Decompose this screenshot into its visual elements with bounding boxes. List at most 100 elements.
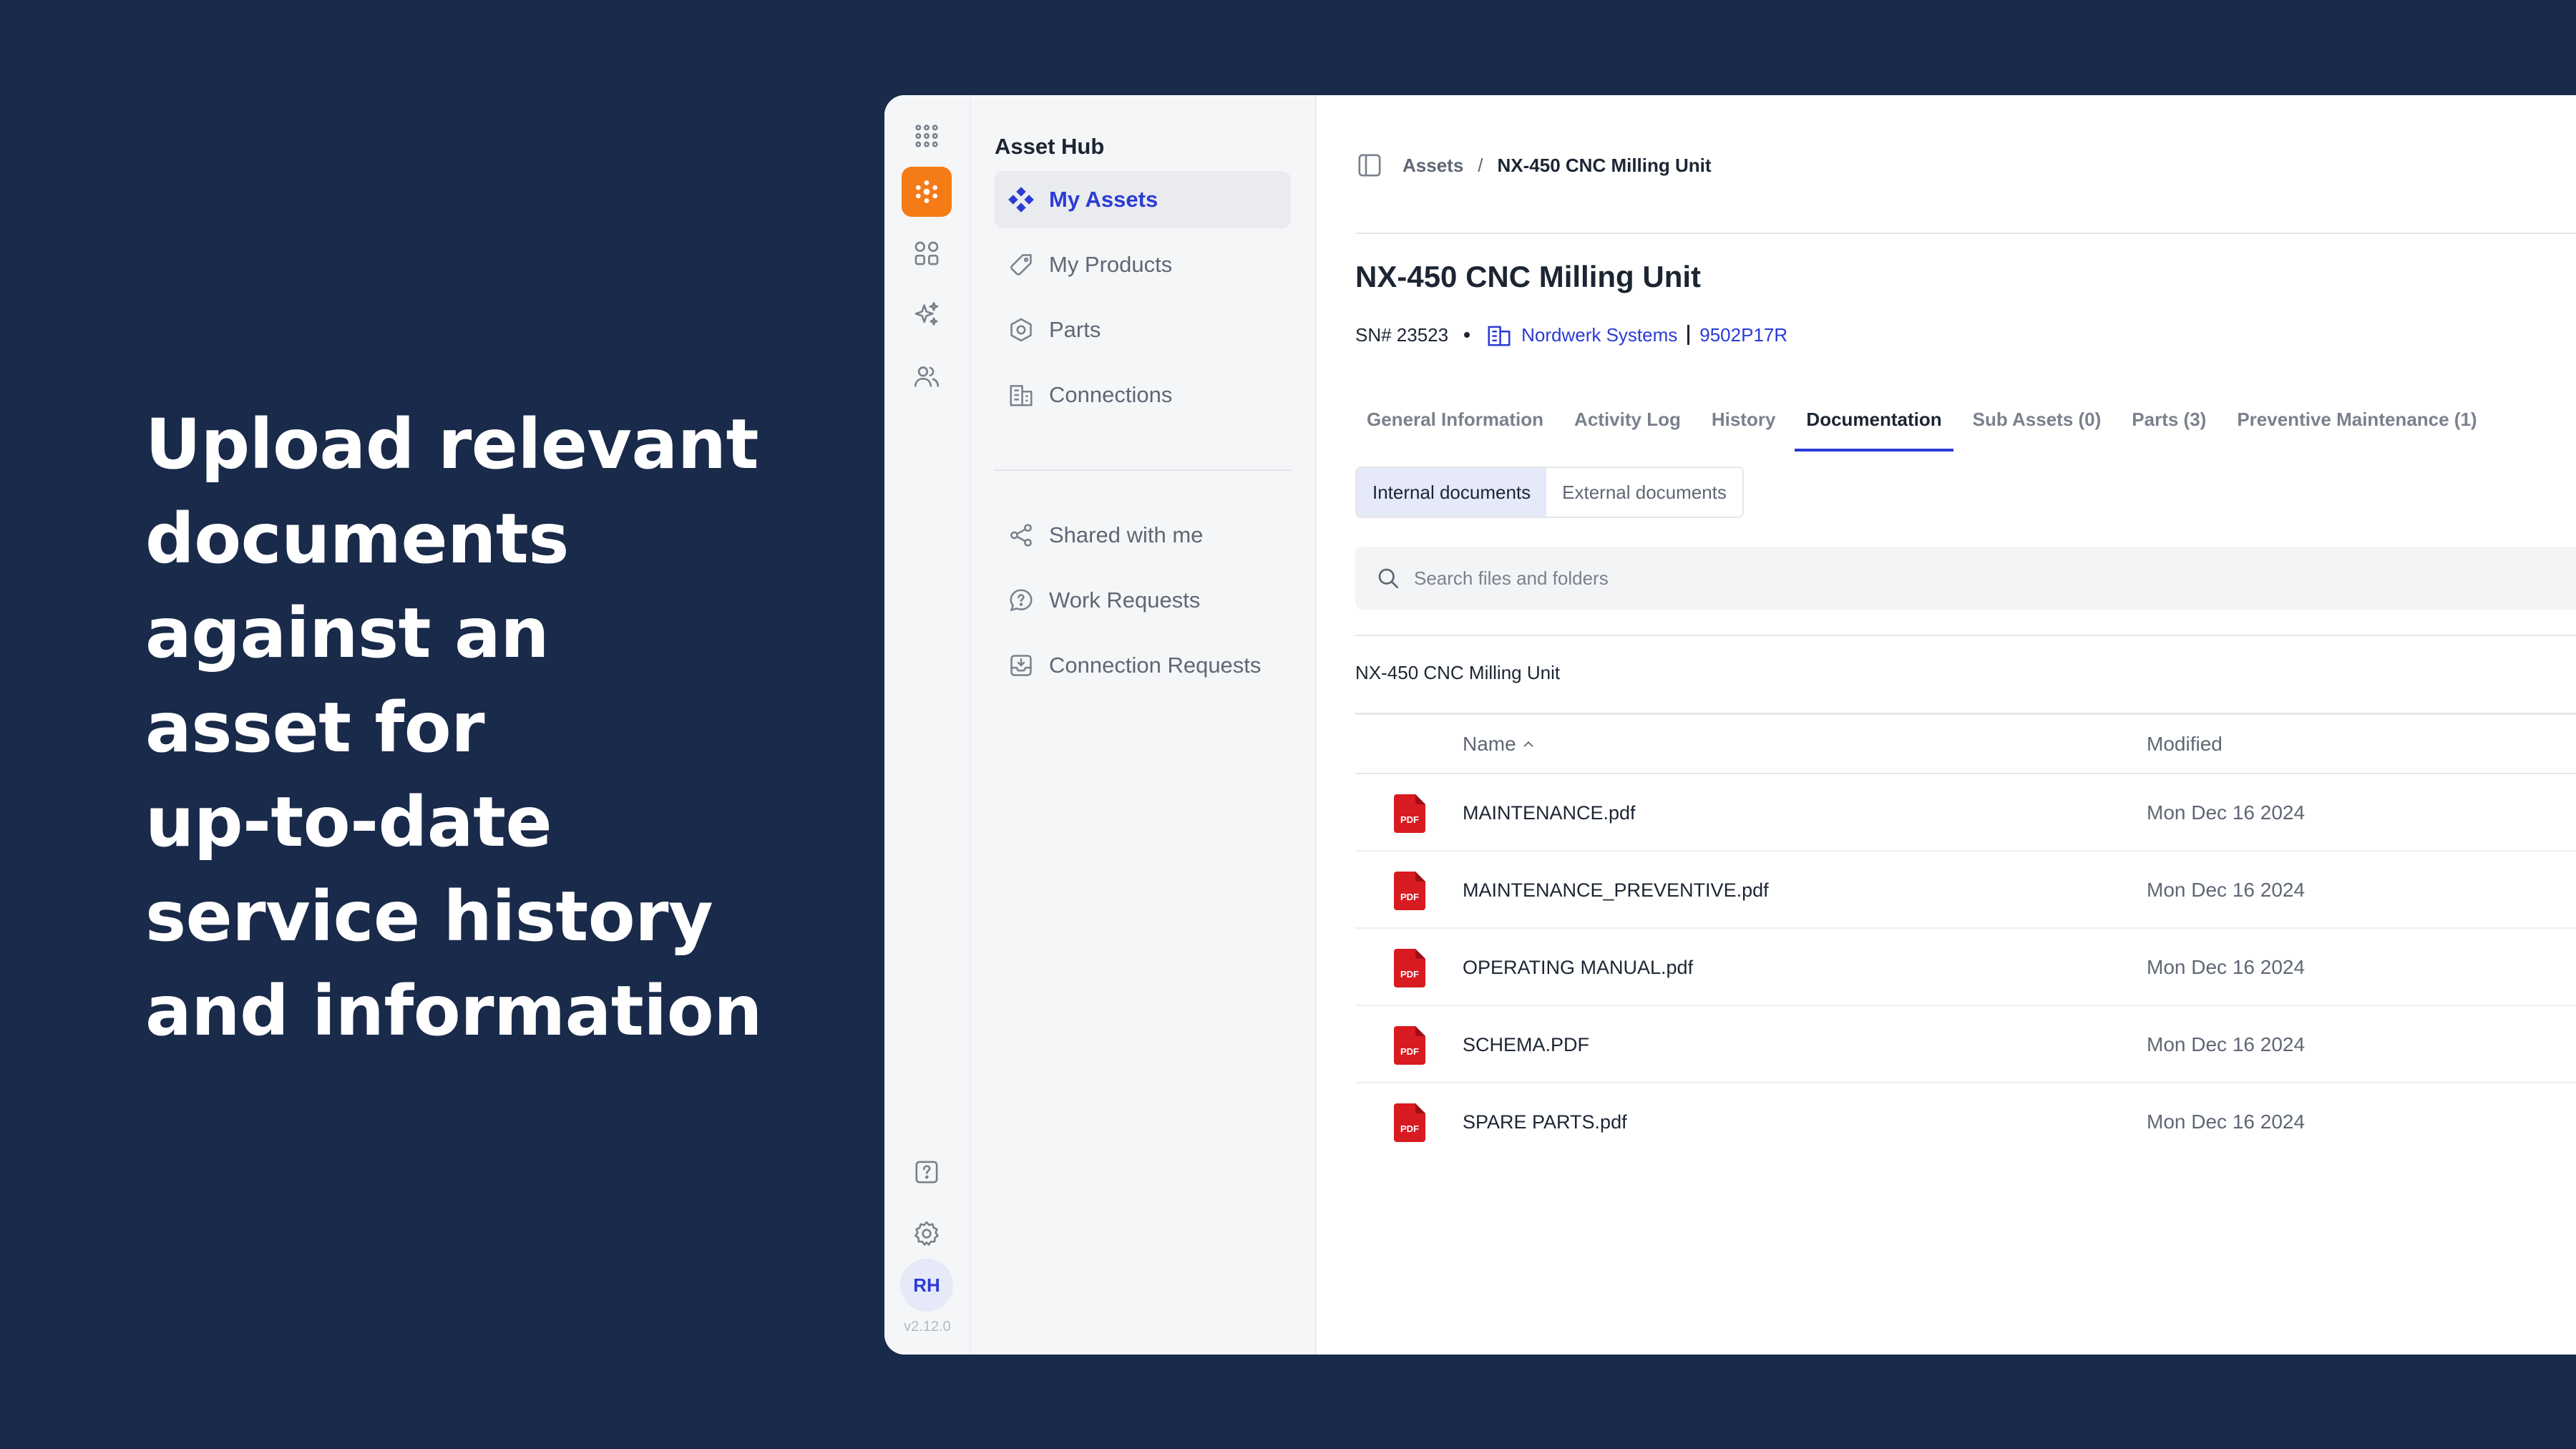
breadcrumb-separator: / (1478, 154, 1483, 176)
sidebar-divider (995, 469, 1291, 471)
file-modified: Mon Dec 16 2024 (2147, 1033, 2306, 1055)
pdf-file-icon: PDF (1394, 872, 1425, 910)
pdf-file-icon: PDF (1394, 1103, 1425, 1142)
breadcrumb: Assets / NX-450 CNC Milling Unit (1355, 151, 1712, 180)
file-name: SCHEMA.PDF (1463, 1033, 1590, 1055)
main-content: Assets / NX-450 CNC Milling Unit NX-450 … (1317, 95, 2576, 1355)
building-icon (1010, 385, 1033, 406)
sidebar-item-label: Connection Requests (1049, 653, 1262, 678)
search-input[interactable] (1414, 567, 2273, 590)
sidebar-item-my-assets[interactable]: My Assets (995, 171, 1291, 228)
search-divider (1355, 635, 2576, 636)
hex-nut-icon (1010, 318, 1032, 342)
serial-number: SN# 23523 (1355, 323, 1449, 346)
sidebar-item-label: My Products (1049, 252, 1173, 277)
file-name: MAINTENANCE.pdf (1463, 801, 1636, 824)
sidebar-item-connection-requests[interactable]: Connection Requests (995, 637, 1291, 694)
sort-ascending-icon (1523, 741, 1533, 747)
tab-history[interactable]: History (1700, 387, 1787, 452)
meta-dot-separator (1464, 332, 1470, 338)
header-divider (1355, 233, 2576, 234)
sidebar-item-my-products[interactable]: My Products (995, 236, 1291, 293)
meta-bar-separator (1687, 325, 1690, 345)
tab-sub-assets[interactable]: Sub Assets (0) (1961, 387, 2113, 452)
sparkles-icon[interactable] (902, 290, 952, 340)
user-avatar[interactable]: RH (900, 1259, 953, 1312)
hero-line: up-to-date (145, 782, 552, 862)
folder-breadcrumb[interactable]: NX-450 CNC Milling Unit (1355, 662, 1560, 684)
users-icon[interactable] (902, 351, 952, 401)
help-icon[interactable] (902, 1147, 952, 1197)
search-bar (1355, 547, 2576, 610)
asset-hub-icon[interactable] (902, 167, 952, 217)
tab-parts[interactable]: Parts (3) (2120, 387, 2218, 452)
question-bubble-icon (1010, 589, 1033, 612)
apps-grid-icon[interactable] (902, 111, 952, 161)
file-modified: Mon Dec 16 2024 (2147, 801, 2306, 824)
sidebar-item-label: Parts (1049, 317, 1101, 342)
table-row[interactable]: PDF MAINTENANCE_PREVENTIVE.pdf Mon Dec 1… (1355, 852, 2576, 929)
app-window: RH v2.12.0 Asset Hub My Assets My Produc… (884, 95, 2576, 1355)
document-scope-toggle: Internal documents External documents (1355, 467, 1744, 518)
column-header-label: Name (1463, 733, 1516, 755)
svg-text:PDF: PDF (1400, 969, 1419, 980)
sidebar-item-label: Work Requests (1049, 587, 1201, 613)
file-modified: Mon Dec 16 2024 (2147, 1111, 2306, 1133)
diamonds-icon (1008, 187, 1034, 213)
file-name: SPARE PARTS.pdf (1463, 1111, 1627, 1133)
table-header: Name Modified (1355, 713, 2576, 774)
table-row[interactable]: PDF SPARE PARTS.pdf Mon Dec 16 2024 (1355, 1083, 2576, 1161)
widgets-icon[interactable] (902, 228, 952, 278)
file-list: PDF MAINTENANCE.pdf Mon Dec 16 2024 PDF … (1355, 774, 2576, 1161)
sidebar-item-label: Connections (1049, 382, 1173, 407)
tab-general-information[interactable]: General Information (1355, 387, 1555, 452)
hero-line: asset for (145, 688, 485, 768)
column-header-modified[interactable]: Modified (2147, 715, 2223, 774)
tab-bar: General Information Activity Log History… (1355, 387, 2576, 452)
hero-line: Upload relevant (145, 404, 759, 484)
svg-text:PDF: PDF (1400, 814, 1419, 825)
company-link[interactable]: Nordwerk Systems (1521, 324, 1677, 346)
pdf-file-icon: PDF (1394, 794, 1425, 833)
table-row[interactable]: PDF SCHEMA.PDF Mon Dec 16 2024 (1355, 1006, 2576, 1083)
sidebar-item-parts[interactable]: Parts (995, 301, 1291, 358)
internal-documents-button[interactable]: Internal documents (1357, 468, 1547, 517)
pdf-file-icon: PDF (1394, 1026, 1425, 1065)
hero-line: against an (145, 593, 550, 673)
hero-headline: Upload relevant documents against an ass… (145, 397, 762, 1058)
settings-gear-icon[interactable] (902, 1209, 952, 1259)
asset-code-link[interactable]: 9502P17R (1699, 324, 1787, 346)
tab-activity-log[interactable]: Activity Log (1563, 387, 1692, 452)
pdf-file-icon: PDF (1394, 949, 1425, 987)
sidebar-item-shared-with-me[interactable]: Shared with me (995, 507, 1291, 564)
page-title: NX-450 CNC Milling Unit (1355, 260, 1702, 293)
sidebar-item-connections[interactable]: Connections (995, 366, 1291, 424)
sidebar-item-label: My Assets (1049, 187, 1158, 212)
search-icon (1378, 568, 1399, 589)
file-name: MAINTENANCE_PREVENTIVE.pdf (1463, 879, 1769, 901)
breadcrumb-current: NX-450 CNC Milling Unit (1497, 154, 1712, 176)
file-modified: Mon Dec 16 2024 (2147, 879, 2306, 901)
file-name: OPERATING MANUAL.pdf (1463, 956, 1694, 978)
sidebar: Asset Hub My Assets My Products Parts Co… (970, 95, 1317, 1355)
table-row[interactable]: PDF MAINTENANCE.pdf Mon Dec 16 2024 (1355, 774, 2576, 852)
building-icon (1488, 326, 1511, 346)
column-header-name[interactable]: Name (1463, 715, 1536, 774)
external-documents-button[interactable]: External documents (1546, 468, 1742, 517)
svg-text:PDF: PDF (1400, 1123, 1419, 1134)
asset-meta: SN# 23523 Nordwerk Systems 9502P17R (1355, 321, 1787, 348)
table-row[interactable]: PDF OPERATING MANUAL.pdf Mon Dec 16 2024 (1355, 929, 2576, 1006)
tag-icon (1010, 254, 1032, 275)
share-icon (1010, 524, 1032, 547)
inbox-download-icon (1010, 655, 1032, 676)
hero-line: service history (145, 877, 713, 957)
icon-rail: RH v2.12.0 (884, 95, 970, 1355)
sidebar-toggle-icon[interactable] (1355, 151, 1384, 180)
tab-preventive-maintenance[interactable]: Preventive Maintenance (1) (2225, 387, 2488, 452)
tab-documentation[interactable]: Documentation (1795, 387, 1953, 452)
sidebar-item-work-requests[interactable]: Work Requests (995, 572, 1291, 629)
svg-text:PDF: PDF (1400, 1046, 1419, 1057)
hero-line: documents (145, 499, 569, 579)
breadcrumb-assets-link[interactable]: Assets (1402, 155, 1463, 177)
file-modified: Mon Dec 16 2024 (2147, 956, 2306, 978)
